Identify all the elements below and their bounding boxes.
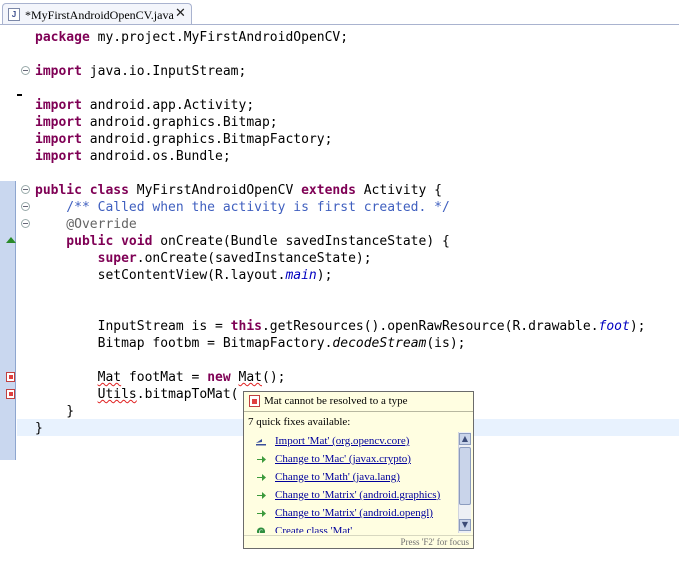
fold-toggle-icon[interactable] bbox=[21, 66, 30, 75]
import-icon bbox=[256, 439, 266, 446]
change-arrow-icon bbox=[257, 456, 266, 463]
quick-fix-count: 7 quick fixes available: bbox=[248, 416, 351, 428]
code-line[interactable]: import android.os.Bundle; bbox=[35, 148, 231, 165]
code-line[interactable]: import android.app.Activity; bbox=[35, 97, 254, 114]
error-icon bbox=[249, 395, 260, 407]
code-line[interactable]: InputStream is = this.getResources().ope… bbox=[35, 318, 646, 335]
code-annotation[interactable]: @Override bbox=[35, 216, 136, 233]
change-arrow-icon bbox=[257, 492, 266, 499]
code-line[interactable]: Bitmap footbm = BitmapFactory.decodeStre… bbox=[35, 335, 466, 352]
code-line[interactable]: package my.project.MyFirstAndroidOpenCV; bbox=[35, 29, 348, 46]
quick-fix-item[interactable]: Change to 'Mac' (javax.crypto) bbox=[246, 451, 456, 469]
scroll-thumb[interactable] bbox=[459, 447, 471, 505]
range-indicator bbox=[0, 181, 16, 460]
quick-fix-item[interactable]: Change to 'Matrix' (android.graphics) bbox=[246, 487, 456, 505]
quick-fix-popup[interactable]: Mat cannot be resolved to a type 7 quick… bbox=[243, 391, 474, 549]
svg-text:C: C bbox=[259, 529, 264, 533]
code-line[interactable]: super.onCreate(savedInstanceState); bbox=[35, 250, 372, 267]
error-icon[interactable] bbox=[6, 389, 15, 399]
popup-footer: Press 'F2' for focus bbox=[244, 535, 473, 549]
error-token[interactable]: Utils bbox=[98, 387, 137, 402]
java-file-icon: J bbox=[8, 8, 20, 21]
fold-toggle-icon[interactable] bbox=[21, 185, 30, 194]
close-icon[interactable]: ✕ bbox=[175, 6, 186, 21]
change-arrow-icon bbox=[257, 474, 266, 481]
code-line[interactable]: public void onCreate(Bundle savedInstanc… bbox=[35, 233, 450, 250]
scroll-up-icon[interactable]: ▲ bbox=[459, 433, 471, 445]
error-token[interactable]: Mat bbox=[239, 370, 262, 385]
popup-scrollbar[interactable]: ▲ ▼ bbox=[458, 432, 471, 533]
fold-toggle-icon[interactable] bbox=[21, 202, 30, 211]
error-message: Mat cannot be resolved to a type bbox=[264, 395, 408, 407]
tab-title: *MyFirstAndroidOpenCV.java bbox=[25, 8, 174, 22]
editor-tab-bar: J *MyFirstAndroidOpenCV.java ✕ bbox=[0, 0, 679, 25]
code-comment[interactable]: /** Called when the activity is first cr… bbox=[35, 199, 450, 216]
vertical-ruler[interactable] bbox=[0, 25, 17, 561]
change-marker bbox=[17, 94, 22, 96]
override-icon[interactable] bbox=[6, 237, 16, 243]
editor-tab[interactable]: J *MyFirstAndroidOpenCV.java ✕ bbox=[2, 3, 192, 25]
quick-fix-item[interactable]: Change to 'Math' (java.lang) bbox=[246, 469, 456, 487]
code-line[interactable]: import android.graphics.Bitmap; bbox=[35, 114, 278, 131]
focus-hint: Press 'F2' for focus bbox=[400, 537, 470, 547]
code-line[interactable]: Mat footMat = new Mat(); bbox=[35, 369, 286, 386]
popup-header: Mat cannot be resolved to a type bbox=[244, 392, 473, 411]
code-line[interactable]: public class MyFirstAndroidOpenCV extend… bbox=[35, 182, 442, 199]
code-line[interactable]: } bbox=[35, 420, 43, 437]
change-arrow-icon bbox=[257, 510, 266, 517]
error-icon[interactable] bbox=[6, 372, 15, 382]
code-line[interactable]: Utils.bitmapToMat( bbox=[35, 386, 239, 403]
create-class-icon: C bbox=[256, 527, 266, 533]
code-line[interactable]: setContentView(R.layout.main); bbox=[35, 267, 333, 284]
quick-fix-list[interactable]: Import 'Mat' (org.opencv.core) Change to… bbox=[246, 433, 456, 533]
code-line[interactable]: import android.graphics.BitmapFactory; bbox=[35, 131, 332, 148]
fold-toggle-icon[interactable] bbox=[21, 219, 30, 228]
error-token[interactable]: Mat bbox=[98, 370, 121, 385]
quick-fix-item[interactable]: Change to 'Matrix' (android.opengl) bbox=[246, 505, 456, 523]
popup-divider bbox=[244, 411, 473, 412]
code-line[interactable]: } bbox=[35, 403, 74, 420]
quick-fix-item[interactable]: Import 'Mat' (org.opencv.core) bbox=[246, 433, 456, 451]
quick-fix-item[interactable]: C Create class 'Mat' bbox=[246, 523, 456, 533]
code-line[interactable]: import java.io.InputStream; bbox=[35, 63, 246, 80]
scroll-down-icon[interactable]: ▼ bbox=[459, 519, 471, 531]
